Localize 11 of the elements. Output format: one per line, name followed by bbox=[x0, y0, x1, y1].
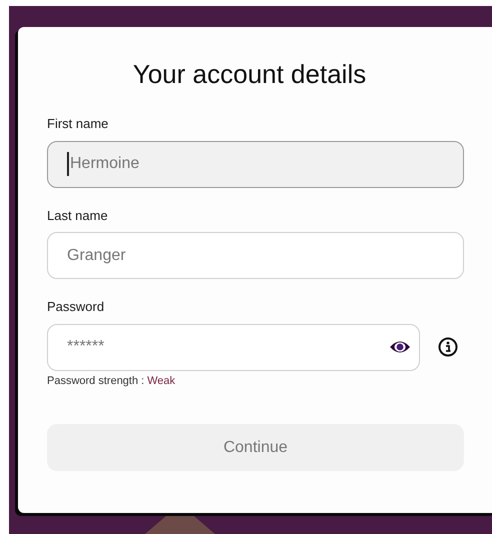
input-field[interactable]: Granger bbox=[47, 232, 464, 279]
field-label: First name bbox=[47, 115, 110, 133]
page-title: Your account details bbox=[132, 58, 368, 91]
strength-value: Weak bbox=[147, 374, 176, 386]
password-field[interactable]: ****** bbox=[47, 324, 420, 370]
field-label: Last name bbox=[47, 206, 109, 224]
eye-icon[interactable] bbox=[389, 340, 411, 354]
field-label: Password bbox=[47, 298, 106, 316]
strength-label: Password strength : bbox=[47, 374, 144, 386]
input-field[interactable]: Hermoine bbox=[47, 140, 464, 188]
info-icon[interactable] bbox=[438, 337, 458, 357]
